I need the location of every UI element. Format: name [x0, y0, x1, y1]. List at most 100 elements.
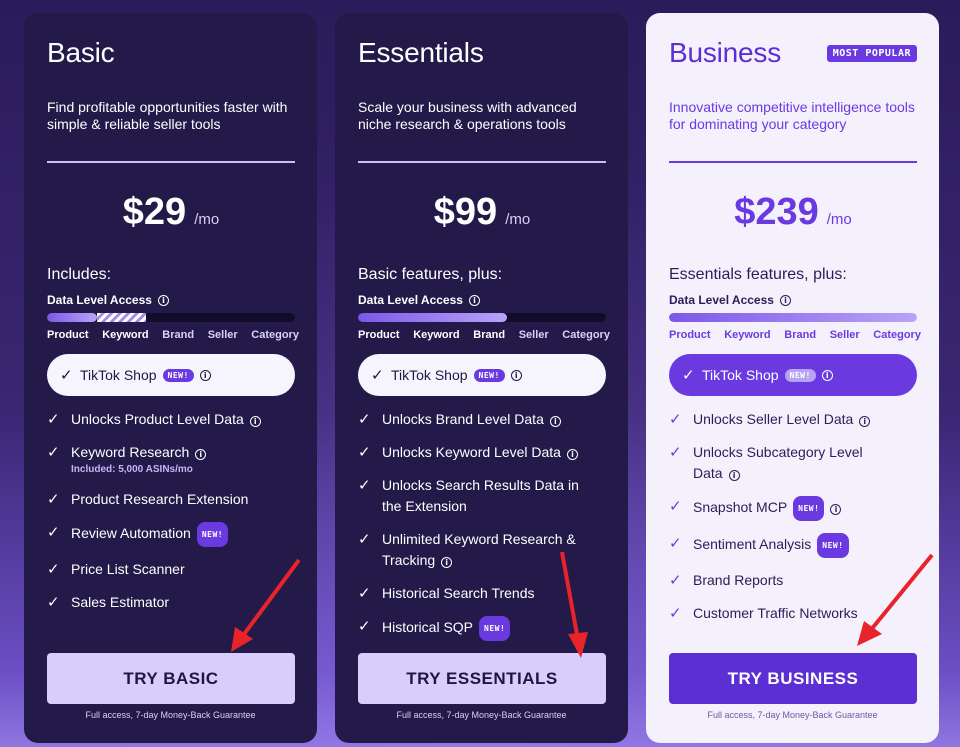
new-badge: NEW! — [479, 616, 511, 641]
new-badge: NEW! — [817, 533, 849, 558]
info-icon[interactable]: i — [441, 557, 453, 568]
plan-price: $239 — [734, 191, 819, 233]
new-badge: NEW! — [793, 496, 825, 521]
feature-list: ✓ Unlocks Brand Level Data i ✓ Unlocks Keyw… — [358, 403, 606, 647]
info-icon[interactable]: i — [468, 294, 480, 306]
divider — [669, 161, 917, 163]
new-badge: NEW! — [784, 368, 816, 382]
feature-item: ✓ Unlimited Keyword Research & Tracking i — [358, 523, 606, 577]
check-icon: ✓ — [47, 444, 60, 461]
plan-description: Find profitable opportunities faster wit… — [47, 99, 288, 132]
data-level-label: Data Level Access — [669, 293, 774, 307]
guarantee-note: Full access, 7-day Money-Back Guarantee — [85, 710, 256, 720]
info-icon[interactable]: i — [549, 416, 561, 427]
data-level-label: Data Level Access — [358, 293, 463, 307]
feature-item: ✓ Unlocks Keyword Level Data i — [358, 436, 606, 469]
info-icon[interactable]: i — [859, 416, 871, 427]
data-level-bar — [47, 313, 295, 322]
plan-card-basic: Basic Find profitable opportunities fast… — [24, 13, 317, 743]
level-keyword: Keyword — [724, 329, 771, 341]
plan-title: Basic — [47, 37, 115, 68]
feature-text: Snapshot MCP — [693, 499, 788, 516]
new-badge: NEW! — [473, 368, 505, 382]
feature-item: ✓ Unlocks Brand Level Data i — [358, 403, 606, 436]
info-icon[interactable]: i — [566, 449, 578, 460]
check-icon: ✓ — [669, 411, 682, 428]
info-icon[interactable]: i — [779, 294, 791, 306]
level-category: Category — [251, 329, 299, 341]
level-category: Category — [562, 329, 610, 341]
try-basic-button[interactable]: TRY BASIC — [47, 653, 295, 704]
price-row: $29 /mo — [47, 191, 295, 234]
info-icon[interactable]: i — [821, 369, 833, 381]
check-icon: ✓ — [358, 411, 371, 428]
includes-heading: Includes: — [47, 266, 112, 283]
info-icon[interactable]: i — [830, 504, 842, 516]
feature-item: ✓ Unlocks Product Level Data i — [47, 403, 295, 436]
tiktok-shop-pill: ✓ TikTok Shop NEW! i — [669, 354, 917, 396]
level-product: Product — [669, 329, 711, 341]
info-icon[interactable]: i — [728, 470, 740, 481]
feature-item: ✓ Snapshot MCP NEW! i — [669, 490, 917, 527]
check-icon: ✓ — [669, 572, 682, 589]
data-levels: Product Keyword Brand Seller Category — [358, 329, 610, 341]
feature-text: Unlimited Keyword Research & Tracking — [382, 531, 576, 568]
feature-text: Review Automation — [71, 525, 191, 542]
level-product: Product — [358, 329, 400, 341]
price-row: $239 /mo — [669, 191, 917, 234]
info-icon[interactable]: i — [195, 449, 207, 460]
price-period: /mo — [826, 211, 852, 228]
check-icon: ✓ — [669, 605, 682, 622]
pill-label: TikTok Shop — [702, 367, 779, 383]
tiktok-shop-pill: ✓ TikTok Shop NEW! i — [47, 354, 295, 396]
feature-text: Price List Scanner — [71, 561, 185, 577]
feature-item: ✓ Price List Scanner — [47, 553, 295, 586]
plan-card-business: Business MOST POPULAR Innovative competi… — [646, 13, 939, 743]
feature-item: ✓ Customer Traffic Networks — [669, 597, 917, 630]
plan-price: $29 — [122, 191, 187, 233]
plan-price: $99 — [433, 191, 498, 233]
data-levels: Product Keyword Brand Seller Category — [669, 329, 921, 341]
info-icon[interactable]: i — [510, 369, 522, 381]
check-icon: ✓ — [47, 411, 60, 428]
feature-text: Customer Traffic Networks — [693, 605, 858, 621]
level-brand: Brand — [784, 329, 817, 341]
feature-item: ✓ Unlocks Subcategory Level Data i — [669, 436, 917, 490]
check-icon: ✓ — [47, 491, 60, 508]
data-level-fill — [358, 313, 507, 322]
plan-card-essentials: Essentials Scale your business with adva… — [335, 13, 628, 743]
info-icon[interactable]: i — [249, 416, 261, 427]
info-icon[interactable]: i — [199, 369, 211, 381]
feature-text: Unlocks Seller Level Data — [693, 411, 854, 427]
tiktok-shop-pill: ✓ TikTok Shop NEW! i — [358, 354, 606, 396]
includes-heading: Basic features, plus: — [358, 266, 503, 283]
info-icon[interactable]: i — [157, 294, 169, 306]
check-icon: ✓ — [358, 444, 371, 461]
level-category: Category — [873, 329, 921, 341]
feature-item: ✓ Historical Search Trends — [358, 577, 606, 610]
price-row: $99 /mo — [358, 191, 606, 234]
feature-item: ✓ Brand Reports — [669, 564, 917, 597]
check-icon: ✓ — [47, 561, 60, 578]
data-level-fill — [47, 313, 97, 322]
feature-item: ✓ Unlocks Seller Level Data i — [669, 403, 917, 436]
feature-text: Unlocks Keyword Level Data — [382, 444, 561, 460]
feature-text: Historical SQP — [382, 619, 474, 636]
check-icon: ✓ — [60, 367, 73, 384]
pill-label: TikTok Shop — [391, 367, 468, 383]
guarantee-note: Full access, 7-day Money-Back Guarantee — [396, 710, 567, 720]
level-product: Product — [47, 329, 89, 341]
pill-label: TikTok Shop — [80, 367, 157, 383]
level-keyword: Keyword — [102, 329, 149, 341]
data-level-bar — [358, 313, 606, 322]
feature-text: Brand Reports — [693, 572, 784, 588]
level-brand: Brand — [162, 329, 195, 341]
try-business-button[interactable]: TRY BUSINESS — [669, 653, 917, 704]
feature-item: ✓ Sales Estimator — [47, 586, 295, 619]
feature-item: ✓ Keyword Research i Included: 5,000 ASINs/… — [47, 436, 295, 483]
new-badge: NEW! — [196, 522, 229, 547]
try-essentials-button[interactable]: TRY ESSENTIALS — [358, 653, 606, 704]
feature-text: Sales Estimator — [71, 594, 170, 610]
level-brand: Brand — [473, 329, 506, 341]
divider — [47, 161, 295, 163]
